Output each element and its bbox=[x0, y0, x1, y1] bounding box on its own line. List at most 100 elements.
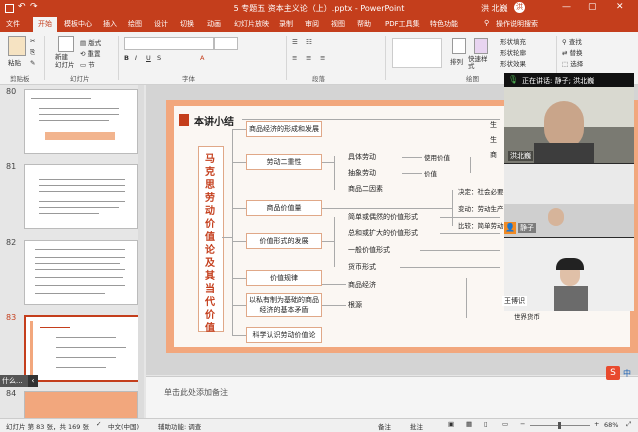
node-basic-contradiction: 以私有制为基础的商品经济的基本矛盾 bbox=[246, 293, 322, 317]
node-law-of-value: 价值规律 bbox=[246, 270, 322, 286]
tab-record[interactable]: 录制 bbox=[279, 19, 293, 29]
zoom-slider-thumb[interactable] bbox=[558, 422, 561, 429]
copy-icon[interactable]: ⎘ bbox=[30, 48, 35, 57]
tab-features[interactable]: 特色功能 bbox=[430, 19, 458, 29]
comments-toggle[interactable]: 批注 bbox=[410, 421, 423, 431]
slide-thumbnail[interactable] bbox=[24, 240, 138, 305]
tab-template-center[interactable]: 模板中心 bbox=[64, 19, 92, 29]
numbering-icon[interactable]: ☷ bbox=[306, 38, 312, 46]
slideshow-icon[interactable]: ▭ bbox=[502, 420, 508, 428]
tab-pdf-tools[interactable]: PDF工具集 bbox=[385, 19, 420, 29]
replace-button[interactable]: ⇄ 替换 bbox=[562, 47, 583, 57]
tab-review[interactable]: 审阅 bbox=[305, 19, 319, 29]
tab-animations[interactable]: 动画 bbox=[207, 19, 221, 29]
language-indicator[interactable]: 中文(中国) bbox=[108, 421, 139, 431]
zoom-in-icon[interactable]: + bbox=[594, 420, 599, 428]
avatar[interactable]: 洪 bbox=[514, 2, 525, 13]
paragraph-group-label: 段落 bbox=[312, 75, 325, 83]
cut-icon[interactable]: ✂ bbox=[30, 37, 35, 45]
ribbon-tabs: 文件 开始 模板中心 插入 绘图 设计 切换 动画 幻灯片放映 录制 审阅 视图… bbox=[0, 16, 638, 32]
notes-pane[interactable]: 单击此处添加备注 bbox=[146, 376, 638, 418]
shape-outline-button[interactable]: 形状轮廓 bbox=[500, 47, 526, 57]
layout-button[interactable]: ▤ 版式 bbox=[80, 37, 101, 47]
section-button[interactable]: ▭ 节 bbox=[80, 59, 95, 69]
sorter-view-icon[interactable]: ▦ bbox=[466, 420, 472, 428]
slide-thumbnail[interactable] bbox=[24, 391, 138, 420]
shape-effects-button[interactable]: 形状效果 bbox=[500, 58, 526, 68]
video-tile[interactable]: 洪北巍 bbox=[504, 87, 634, 163]
new-slide-button[interactable]: 新建 幻灯片 bbox=[55, 53, 75, 69]
bold-button[interactable]: B bbox=[124, 54, 129, 62]
spellcheck-icon[interactable]: ✓ bbox=[96, 420, 101, 428]
tab-slideshow[interactable]: 幻灯片放映 bbox=[234, 19, 269, 29]
shape-fill-button[interactable]: 形状填充 bbox=[500, 36, 526, 46]
accessibility-status[interactable]: 辅助功能: 调查 bbox=[158, 421, 201, 431]
close-icon[interactable]: ✕ bbox=[616, 2, 624, 12]
reset-button[interactable]: ⟲ 重置 bbox=[80, 48, 101, 58]
connector bbox=[322, 208, 452, 209]
underline-button[interactable]: U bbox=[146, 54, 151, 62]
slide-thumbnail-selected[interactable] bbox=[24, 315, 140, 382]
zoom-level[interactable]: 68% bbox=[604, 421, 618, 429]
italic-button[interactable]: I bbox=[135, 54, 137, 62]
separator bbox=[385, 36, 386, 80]
arrange-icon[interactable] bbox=[452, 38, 466, 54]
tab-file[interactable]: 文件 bbox=[6, 19, 20, 29]
zoom-out-icon[interactable]: − bbox=[520, 420, 525, 428]
connector bbox=[334, 156, 335, 190]
quick-styles-icon[interactable] bbox=[474, 38, 488, 54]
video-tile[interactable]: 王博识 bbox=[502, 238, 634, 311]
new-slide-icon[interactable] bbox=[58, 36, 74, 52]
shapes-gallery[interactable] bbox=[392, 38, 442, 68]
user-icon: 👤 bbox=[504, 222, 516, 234]
tab-design[interactable]: 设计 bbox=[154, 19, 168, 29]
slide-thumbnail[interactable] bbox=[24, 164, 138, 229]
ime-language[interactable]: 中 bbox=[623, 368, 631, 379]
bullets-icon[interactable]: ☰ bbox=[292, 38, 298, 46]
align-center-icon[interactable]: ≡ bbox=[306, 54, 311, 62]
search-icon[interactable]: ⚲ bbox=[484, 19, 489, 27]
participant-face bbox=[548, 208, 564, 226]
node-decide: 决定：社会必要 bbox=[458, 188, 504, 196]
reading-view-icon[interactable]: ▯ bbox=[484, 420, 488, 428]
paste-button[interactable]: 粘贴 bbox=[8, 57, 21, 67]
participant-name: 静子 bbox=[518, 223, 536, 233]
node-simple-form: 简单或偶然的价值形式 bbox=[348, 213, 418, 221]
tab-view[interactable]: 视图 bbox=[331, 19, 345, 29]
normal-view-icon[interactable]: ▣ bbox=[448, 420, 454, 428]
tab-insert[interactable]: 插入 bbox=[103, 19, 117, 29]
find-button[interactable]: ⚲ 查找 bbox=[562, 36, 582, 46]
video-tile[interactable]: 👤 静子 bbox=[504, 164, 634, 237]
thumb-line bbox=[35, 257, 125, 258]
window-title: 5 专题五 资本主义论（上）.pptx - PowerPoint bbox=[233, 4, 405, 13]
participant-name: 王博识 bbox=[502, 296, 527, 306]
maximize-icon[interactable]: ▢ bbox=[588, 2, 597, 12]
select-button[interactable]: ⬚ 选择 bbox=[562, 58, 583, 68]
font-family-select[interactable] bbox=[124, 37, 214, 50]
tab-draw[interactable]: 绘图 bbox=[128, 19, 142, 29]
quick-styles-button[interactable]: 快速样式 bbox=[468, 56, 492, 70]
thumbnail-scrollbar[interactable] bbox=[138, 85, 144, 418]
arrange-button[interactable]: 排列 bbox=[450, 56, 463, 66]
minimize-icon[interactable]: — bbox=[562, 2, 571, 12]
connector bbox=[402, 173, 422, 174]
fit-slide-icon[interactable]: ⤢ bbox=[626, 420, 631, 429]
thumb-line bbox=[35, 285, 125, 286]
connector bbox=[400, 267, 500, 268]
align-right-icon[interactable]: ≡ bbox=[320, 54, 325, 62]
notes-toggle[interactable]: 备注 bbox=[378, 421, 391, 431]
paste-icon[interactable] bbox=[8, 36, 26, 56]
collapse-arrow-icon[interactable]: ‹ bbox=[28, 375, 38, 387]
tab-help[interactable]: 帮助 bbox=[357, 19, 371, 29]
tab-home[interactable]: 开始 bbox=[33, 17, 57, 32]
slide-thumbnail[interactable] bbox=[24, 89, 138, 154]
user-name[interactable]: 洪 北巍 bbox=[481, 3, 508, 14]
align-left-icon[interactable]: ≡ bbox=[292, 54, 297, 62]
font-size-select[interactable] bbox=[214, 37, 238, 50]
shadow-button[interactable]: S bbox=[157, 54, 161, 62]
tell-me-search[interactable]: 操作说明搜索 bbox=[496, 19, 538, 29]
format-painter-icon[interactable]: ✎ bbox=[30, 59, 35, 67]
sogou-ime-icon[interactable]: S bbox=[606, 366, 620, 380]
font-color-button[interactable]: A bbox=[200, 54, 204, 62]
tab-transitions[interactable]: 切换 bbox=[180, 19, 194, 29]
